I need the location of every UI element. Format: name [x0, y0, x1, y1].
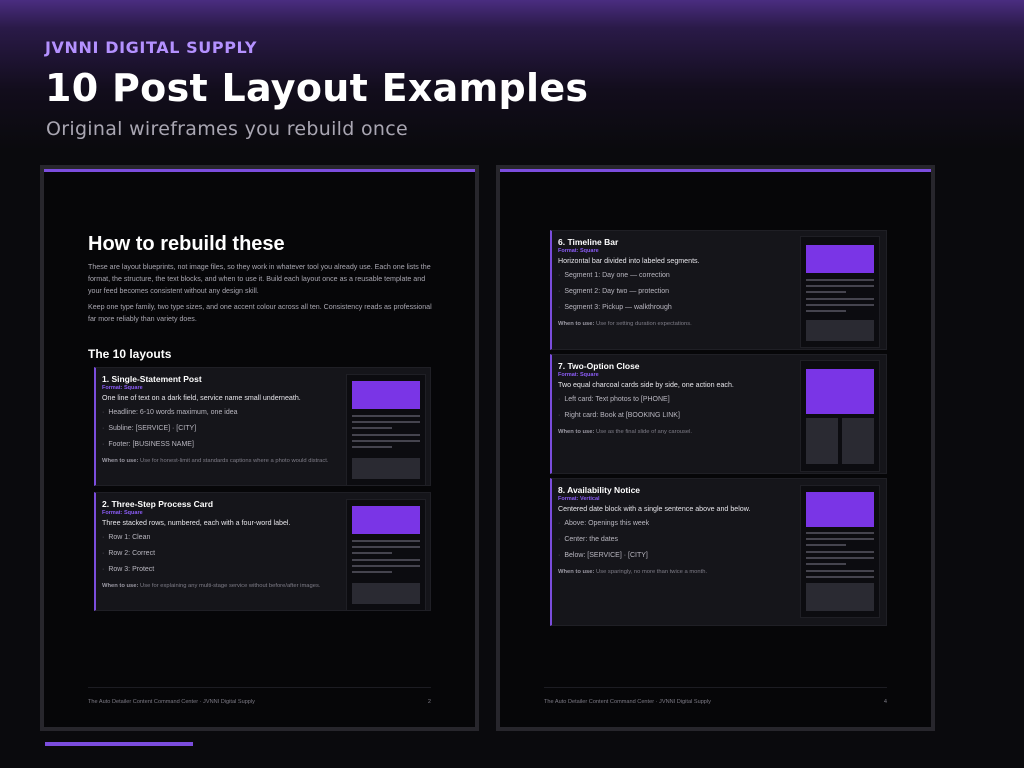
- wireframe-thumbnail: [800, 236, 880, 348]
- page-accent-bar: [44, 169, 475, 172]
- document-page-2: How to rebuild these These are layout bl…: [40, 165, 479, 731]
- card-body: 6. Timeline Bar Format: Square Horizonta…: [558, 237, 790, 329]
- list-item: · Segment 3: Pickup — walkthrough: [558, 304, 672, 311]
- wireframe-thumbnail: [800, 485, 880, 618]
- card-when-to-use: When to use: Use for explaining any mult…: [102, 583, 321, 589]
- wireframe-left-card: [806, 418, 838, 464]
- card-description: Centered date block with a single senten…: [558, 505, 751, 513]
- card-when-to-use: When to use: Use as the final slide of a…: [558, 429, 693, 435]
- wireframe-footer-block: [806, 583, 874, 611]
- intro-section: How to rebuild these These are layout bl…: [88, 233, 438, 329]
- bottom-accent-bar: [45, 742, 193, 746]
- card-description: Horizontal bar divided into labeled segm…: [558, 257, 700, 265]
- page-subtitle: Original wireframes you rebuild once: [46, 118, 408, 140]
- card-body: 2. Three-Step Process Card Format: Squar…: [102, 499, 334, 591]
- intro-title: How to rebuild these: [88, 233, 285, 255]
- footer-divider: [544, 687, 887, 688]
- layouts-heading: The 10 layouts: [88, 347, 172, 361]
- wireframe-thumbnail: [346, 374, 426, 486]
- layout-card-1: 1. Single-Statement Post Format: Square …: [94, 367, 431, 486]
- list-item: · Segment 2: Day two — protection: [558, 288, 670, 295]
- page-accent-bar: [500, 169, 931, 172]
- layout-card-2: 2. Three-Step Process Card Format: Squar…: [94, 492, 431, 611]
- intro-paragraph-2: Keep one type family, two type sizes, an…: [88, 303, 432, 323]
- card-format: Format: Square: [558, 248, 599, 254]
- card-when-to-use: When to use: Use for setting duration ex…: [558, 321, 692, 327]
- card-title: 2. Three-Step Process Card: [102, 499, 214, 509]
- list-item: · Above: Openings this week: [558, 520, 650, 527]
- card-item-list: · Row 1: Clean · Row 2: Correct · Row 3: Pr…: [102, 533, 334, 581]
- list-item: · Left card: Text photos to [PHONE]: [558, 396, 670, 403]
- card-format: Format: Square: [102, 510, 143, 516]
- brand-label: JVNNI DIGITAL SUPPLY: [45, 38, 258, 57]
- page-title: 10 Post Layout Examples: [45, 66, 589, 110]
- wireframe-thumbnail: [800, 360, 880, 472]
- card-item-list: · Left card: Text photos to [PHONE] · Righ…: [558, 395, 790, 427]
- card-format: Format: Vertical: [558, 496, 600, 502]
- card-item-list: · Headline: 6-10 words maximum, one idea …: [102, 408, 334, 456]
- card-title: 6. Timeline Bar: [558, 237, 619, 247]
- layout-card-7: 7. Two-Option Close Format: Square Two e…: [550, 354, 887, 474]
- list-item: · Row 1: Clean: [102, 534, 151, 541]
- wireframe-footer-block: [352, 583, 420, 604]
- card-body: 7. Two-Option Close Format: Square Two e…: [558, 361, 790, 437]
- card-description: Two equal charcoal cards side by side, o…: [558, 381, 734, 389]
- list-item: · Footer: [BUSINESS NAME]: [102, 441, 194, 448]
- intro-paragraph-1: These are layout blueprints, not image f…: [88, 263, 431, 295]
- card-title: 1. Single-Statement Post: [102, 374, 202, 384]
- footer-divider: [88, 687, 431, 688]
- layout-card-8: 8. Availability Notice Format: Vertical …: [550, 478, 887, 626]
- document-page-4: 6. Timeline Bar Format: Square Horizonta…: [496, 165, 935, 731]
- wireframe-right-card: [842, 418, 874, 464]
- wireframe-footer-block: [806, 320, 874, 341]
- wireframe-hero-block: [806, 245, 874, 273]
- list-item: · Below: [SERVICE] · [CITY]: [558, 552, 648, 559]
- card-title: 8. Availability Notice: [558, 485, 641, 495]
- page-footer: The Auto Detailer Content Command Center…: [544, 699, 711, 705]
- list-item: · Row 2: Correct: [102, 550, 156, 557]
- list-item: · Right card: Book at [BOOKING LINK]: [558, 412, 680, 419]
- wireframe-hero-block: [352, 381, 420, 409]
- card-description: Three stacked rows, numbered, each with …: [102, 519, 291, 527]
- card-item-list: · Above: Openings this week · Center: the …: [558, 519, 790, 567]
- list-item: · Segment 1: Day one — correction: [558, 272, 670, 279]
- wireframe-footer-block: [352, 458, 420, 479]
- wireframe-hero-block: [806, 369, 874, 414]
- list-item: · Subline: [SERVICE] · [CITY]: [102, 425, 197, 432]
- page-number: 2: [427, 699, 431, 705]
- page-number: 4: [883, 699, 887, 705]
- card-title: 7. Two-Option Close: [558, 361, 640, 371]
- card-format: Format: Square: [102, 385, 143, 391]
- wireframe-hero-block: [352, 506, 420, 534]
- card-format: Format: Square: [558, 372, 599, 378]
- card-description: One line of text on a dark field, servic…: [102, 394, 301, 402]
- card-when-to-use: When to use: Use for honest-limit and st…: [102, 458, 329, 464]
- card-body: 8. Availability Notice Format: Vertical …: [558, 485, 790, 577]
- list-item: · Center: the dates: [558, 536, 619, 543]
- card-item-list: · Segment 1: Day one — correction · Segmen…: [558, 271, 790, 319]
- card-body: 1. Single-Statement Post Format: Square …: [102, 374, 334, 466]
- page-footer: The Auto Detailer Content Command Center…: [88, 699, 255, 705]
- card-when-to-use: When to use: Use sparingly, no more than…: [558, 569, 708, 575]
- list-item: · Row 3: Protect: [102, 566, 155, 573]
- wireframe-thumbnail: [346, 499, 426, 611]
- list-item: · Headline: 6-10 words maximum, one idea: [102, 409, 238, 416]
- wireframe-hero-block: [806, 492, 874, 527]
- layout-card-6: 6. Timeline Bar Format: Square Horizonta…: [550, 230, 887, 350]
